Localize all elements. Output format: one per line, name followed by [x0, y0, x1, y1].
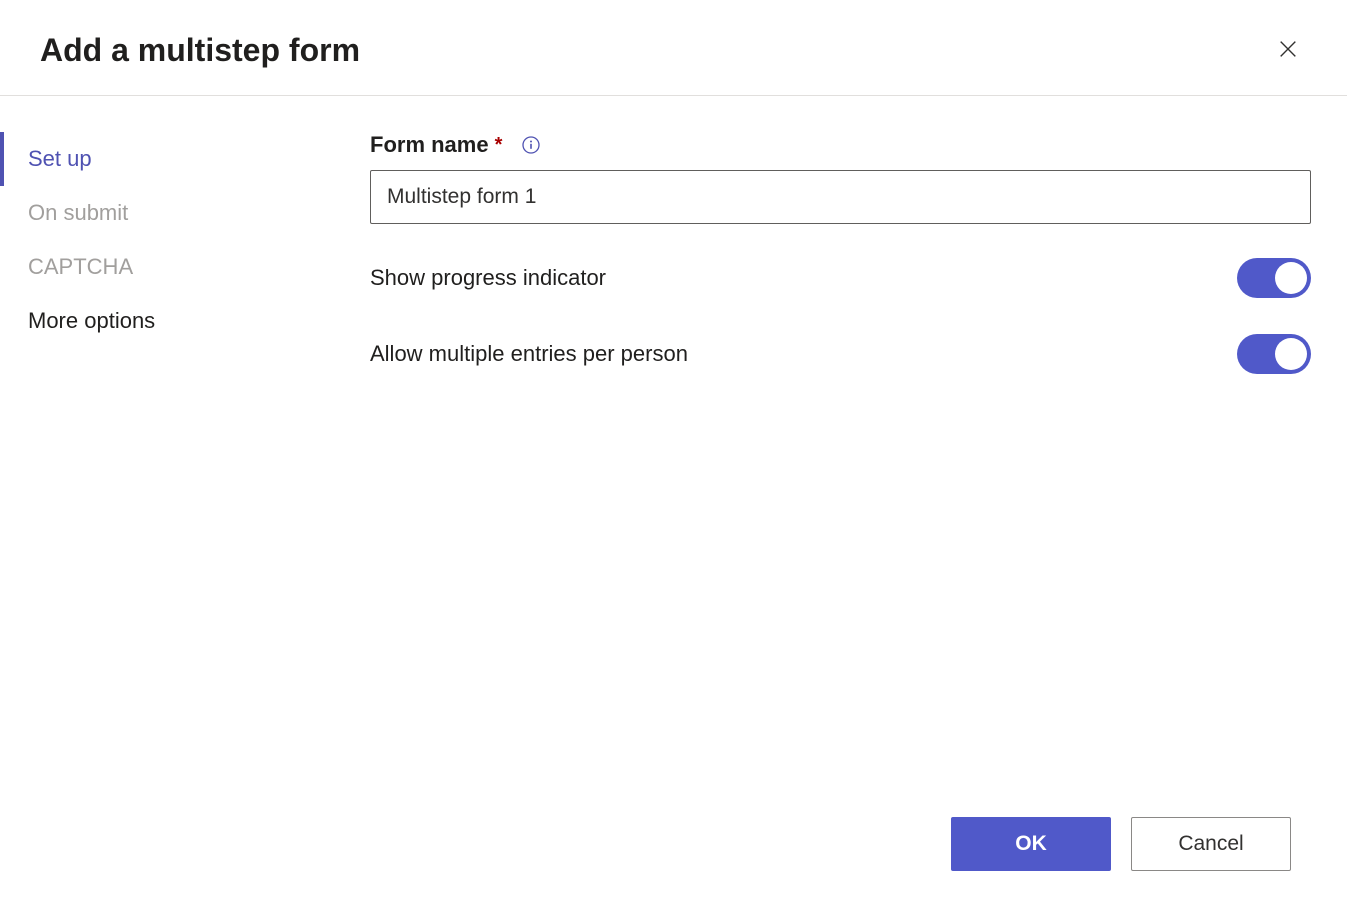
main-content: Form name * Show progress indicator Allo… — [370, 96, 1347, 822]
required-asterisk: * — [495, 134, 503, 157]
toggle-knob — [1275, 338, 1307, 370]
cancel-button[interactable]: Cancel — [1131, 817, 1291, 871]
form-name-label: Form name — [370, 132, 489, 158]
ok-button[interactable]: OK — [951, 817, 1111, 871]
form-name-label-row: Form name * — [370, 132, 1311, 158]
show-progress-toggle[interactable] — [1237, 258, 1311, 298]
sidebar-item-label: On submit — [28, 200, 128, 225]
dialog-footer: OK Cancel — [951, 817, 1291, 871]
sidebar-item-label: Set up — [28, 146, 92, 171]
dialog-body: Set up On submit CAPTCHA More options Fo… — [0, 96, 1347, 822]
sidebar-item-label: More options — [28, 308, 155, 333]
sidebar-item-on-submit[interactable]: On submit — [0, 186, 370, 240]
sidebar-item-more-options[interactable]: More options — [0, 294, 370, 348]
close-button[interactable] — [1269, 30, 1307, 71]
close-icon — [1277, 38, 1299, 63]
sidebar-nav: Set up On submit CAPTCHA More options — [0, 96, 370, 822]
allow-multiple-label: Allow multiple entries per person — [370, 341, 688, 367]
show-progress-label: Show progress indicator — [370, 265, 606, 291]
dialog-title: Add a multistep form — [40, 32, 360, 69]
show-progress-row: Show progress indicator — [370, 258, 1311, 298]
sidebar-item-setup[interactable]: Set up — [0, 132, 370, 186]
allow-multiple-row: Allow multiple entries per person — [370, 334, 1311, 374]
dialog-header: Add a multistep form — [0, 0, 1347, 96]
form-name-input[interactable] — [370, 170, 1311, 224]
sidebar-item-label: CAPTCHA — [28, 254, 133, 279]
sidebar-item-captcha[interactable]: CAPTCHA — [0, 240, 370, 294]
allow-multiple-toggle[interactable] — [1237, 334, 1311, 374]
info-icon[interactable] — [522, 136, 540, 154]
form-name-field: Form name * — [370, 132, 1311, 224]
toggle-knob — [1275, 262, 1307, 294]
